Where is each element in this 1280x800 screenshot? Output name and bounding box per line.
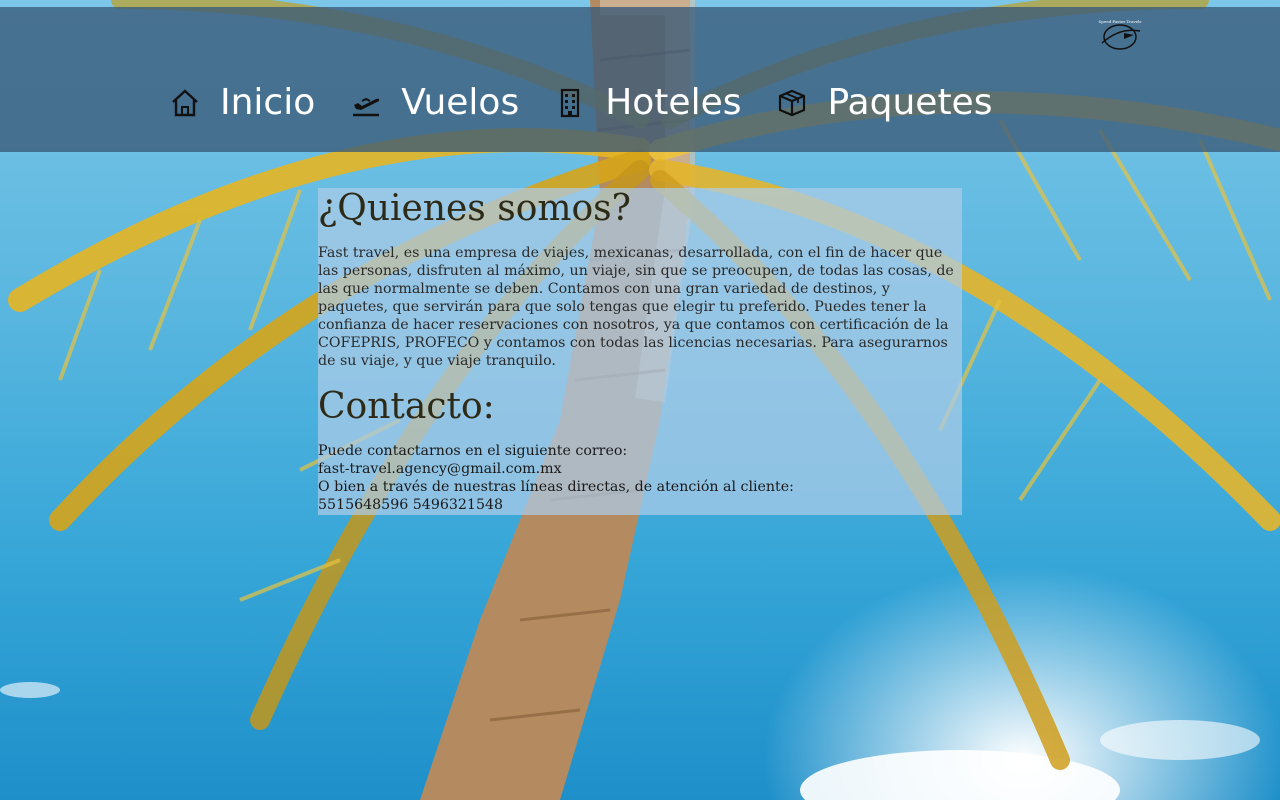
contact-info: Puede contactarnos en el siguiente corre… [318, 442, 962, 514]
nav-label-hoteles: Hoteles [605, 82, 742, 123]
package-icon [775, 86, 809, 120]
top-navigation-bar: Speed Faster Travels Inicio Vuelos Hotel… [0, 7, 1280, 152]
contact-email[interactable]: fast-travel.agency@gmail.com.mx [318, 460, 962, 478]
nav-label-vuelos: Vuelos [401, 82, 520, 123]
nav-item-hoteles[interactable]: Hoteles [553, 85, 741, 121]
nav-item-paquetes[interactable]: Paquetes [775, 85, 992, 121]
building-icon [553, 86, 587, 120]
nav-item-vuelos[interactable]: Vuelos [349, 85, 519, 121]
nav-label-inicio: Inicio [220, 82, 316, 123]
about-title: ¿Quienes somos? [318, 188, 631, 229]
site-logo[interactable]: Speed Faster Travels [1098, 13, 1142, 53]
about-body: Fast travel, es una empresa de viajes, m… [318, 245, 954, 369]
plane-departure-icon [349, 86, 383, 120]
content-panel: ¿Quienes somos? Fast travel, es una empr… [318, 188, 962, 515]
contact-title: Contacto: [318, 386, 495, 427]
nav-label-paquetes: Paquetes [827, 82, 993, 123]
nav-item-inicio[interactable]: Inicio [168, 85, 315, 121]
contact-phone-intro: O bien a través de nuestras líneas direc… [318, 479, 794, 495]
logo-text: Speed Faster Travels [1098, 19, 1142, 24]
main-nav: Inicio Vuelos Hoteles Paquetes [168, 73, 1026, 133]
home-icon [168, 86, 202, 120]
contact-email-intro: Puede contactarnos en el siguiente corre… [318, 443, 628, 459]
contact-phones[interactable]: 5515648596 5496321548 [318, 496, 962, 514]
